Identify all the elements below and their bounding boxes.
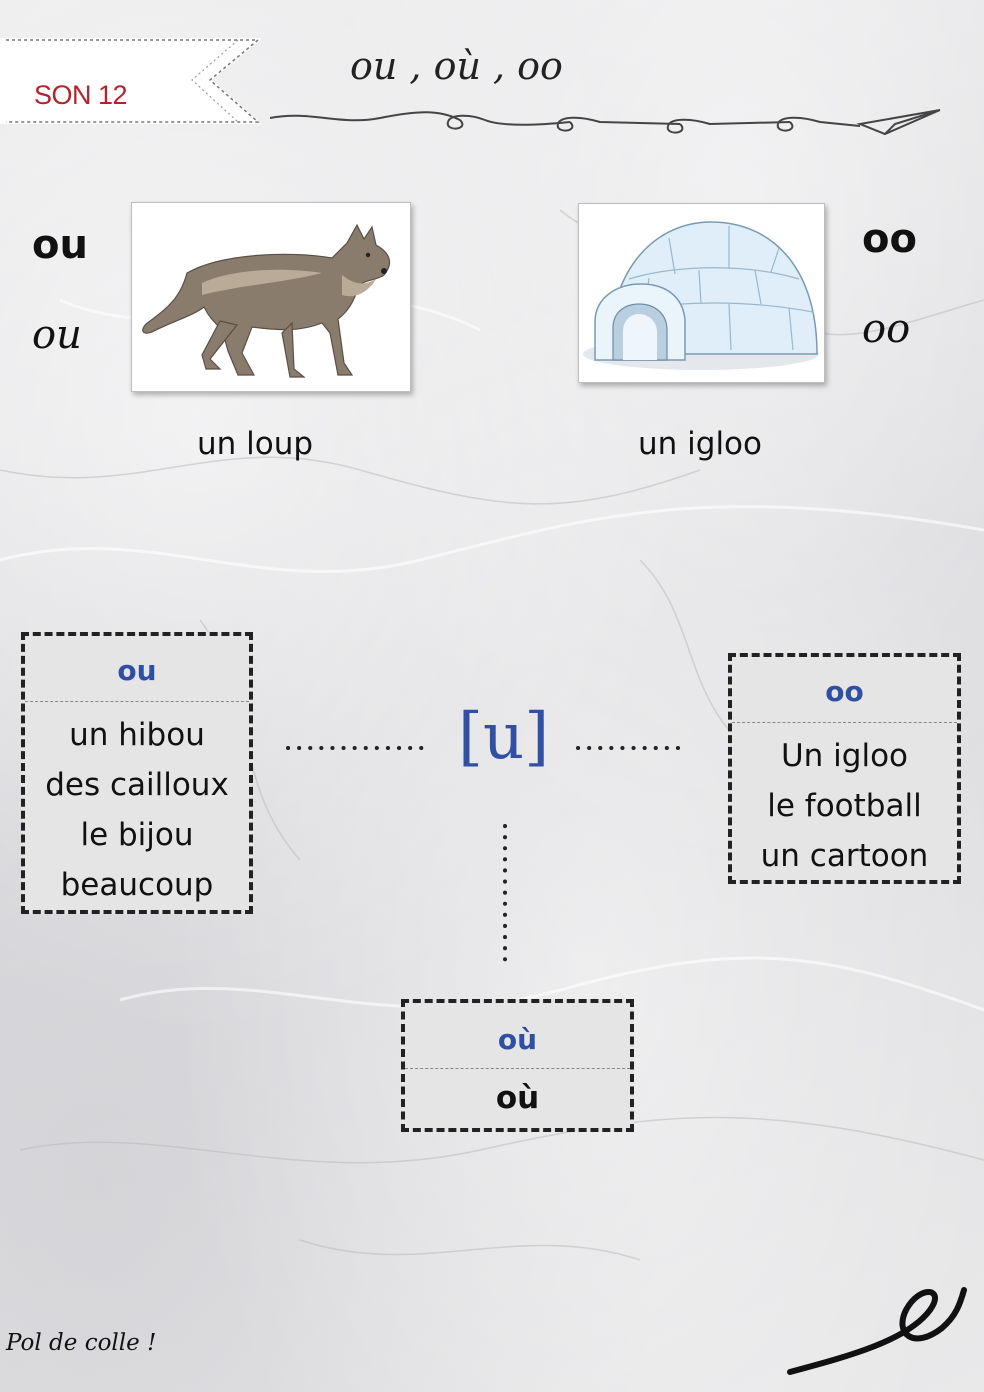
ou-word-list: un hibou des cailloux le bijou beaucoup xyxy=(25,702,249,910)
list-item: Un igloo xyxy=(780,738,909,774)
swirl-flourish-icon xyxy=(787,1287,967,1375)
oo-box-heading: oo xyxy=(732,657,957,723)
ou-accent-box-heading: où xyxy=(405,1003,630,1069)
ou-accent-words-box: où où xyxy=(401,999,634,1132)
list-item: le bijou xyxy=(80,817,194,853)
ou-box-heading: ou xyxy=(25,636,249,702)
oo-words-box: oo Un igloo le football un cartoon xyxy=(728,653,961,884)
oo-word-list: Un igloo le football un cartoon xyxy=(732,723,957,881)
list-item: un hibou xyxy=(69,717,205,753)
ou-accent-word-list: où xyxy=(405,1069,630,1123)
list-item: un cartoon xyxy=(760,838,929,874)
list-item: le football xyxy=(767,788,922,824)
list-item: des cailloux xyxy=(45,767,229,803)
phoneme-symbol: [u] xyxy=(458,700,550,774)
list-item: beaucoup xyxy=(60,867,214,903)
footer-signature: Pol de colle ! xyxy=(6,1330,157,1356)
ou-words-box: ou un hibou des cailloux le bijou beauco… xyxy=(21,632,253,914)
list-item: où xyxy=(495,1080,540,1116)
